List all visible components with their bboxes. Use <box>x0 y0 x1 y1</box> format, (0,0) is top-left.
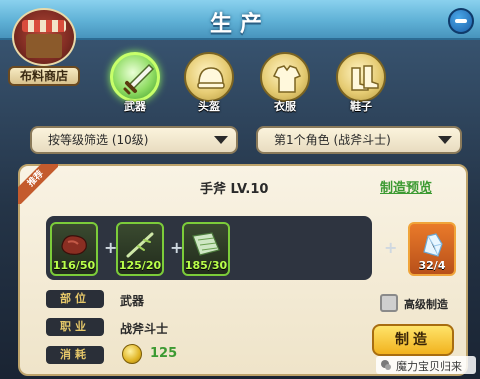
watermark-text: 魔力宝贝归来 <box>396 360 462 373</box>
material-count: 116/50 <box>52 259 96 272</box>
shop-stall-icon <box>12 8 76 66</box>
cloth-shop-button[interactable]: 布料商店 <box>8 8 80 86</box>
tab-disc <box>260 52 310 102</box>
character-filter-dropdown[interactable]: 第1个角色 (战斧斗士) <box>256 126 462 154</box>
craft-preview-link[interactable]: 制造预览 <box>380 177 432 196</box>
tab-disc <box>110 52 160 102</box>
level-filter-dropdown[interactable]: 按等级筛选 (10级) <box>30 126 238 154</box>
material-slot[interactable]: 125/20 <box>116 222 164 276</box>
craft-button[interactable]: 制造 <box>372 324 454 356</box>
advanced-craft-checkbox[interactable] <box>380 294 398 312</box>
detail-value: 武器 <box>120 294 145 308</box>
detail-label: 消耗 <box>46 346 104 364</box>
tab-label: 鞋子 <box>350 100 372 113</box>
recommend-ribbon: 推荐 <box>18 164 58 204</box>
chevron-down-icon <box>214 136 228 144</box>
crystal-icon <box>423 233 443 257</box>
detail-value: 战斧斗士 <box>120 322 169 336</box>
item-name: 手斧 LV.10 <box>200 182 269 197</box>
minus-icon <box>455 19 467 23</box>
chevron-down-icon <box>438 136 452 144</box>
boots-icon <box>351 65 379 91</box>
recommend-badge: 推荐 <box>18 164 58 204</box>
result-count: 32/4 <box>418 259 446 272</box>
cloth-icon <box>192 232 220 256</box>
material-slot[interactable]: 116/50 <box>50 222 98 276</box>
level-filter-value: 按等级筛选 (10级) <box>48 133 149 147</box>
advanced-craft-label: 高级制造 <box>404 298 448 311</box>
tab-disc <box>184 52 234 102</box>
tab-label: 衣服 <box>274 100 296 113</box>
tab-label: 武器 <box>124 100 146 113</box>
material-count: 185/30 <box>184 259 228 272</box>
watermark: 魔力宝贝归来 <box>376 356 476 374</box>
close-button[interactable] <box>448 8 474 34</box>
tab-disc <box>336 52 386 102</box>
helmet-icon <box>197 67 225 89</box>
plus-icon: + <box>384 238 398 257</box>
cost-value: 125 <box>150 346 178 361</box>
tab-label: 头盔 <box>198 100 220 113</box>
tab-weapon[interactable]: 武器 <box>108 52 162 118</box>
material-slot[interactable]: 185/30 <box>182 222 230 276</box>
shop-label: 布料商店 <box>8 66 80 86</box>
wechat-icon <box>381 360 391 370</box>
tab-armor[interactable]: 衣服 <box>258 52 312 118</box>
tab-boots[interactable]: 鞋子 <box>334 52 388 118</box>
branch-icon <box>126 232 154 258</box>
tab-helmet[interactable]: 头盔 <box>182 52 236 118</box>
armor-icon <box>272 65 302 93</box>
detail-label: 部位 <box>46 290 104 308</box>
material-count: 125/20 <box>118 259 162 272</box>
character-filter-value: 第1个角色 (战斧斗士) <box>274 133 391 147</box>
detail-label: 职业 <box>46 318 104 336</box>
result-slot[interactable]: 32/4 <box>408 222 456 276</box>
gold-coin-icon <box>122 344 142 364</box>
meat-icon <box>61 235 87 255</box>
